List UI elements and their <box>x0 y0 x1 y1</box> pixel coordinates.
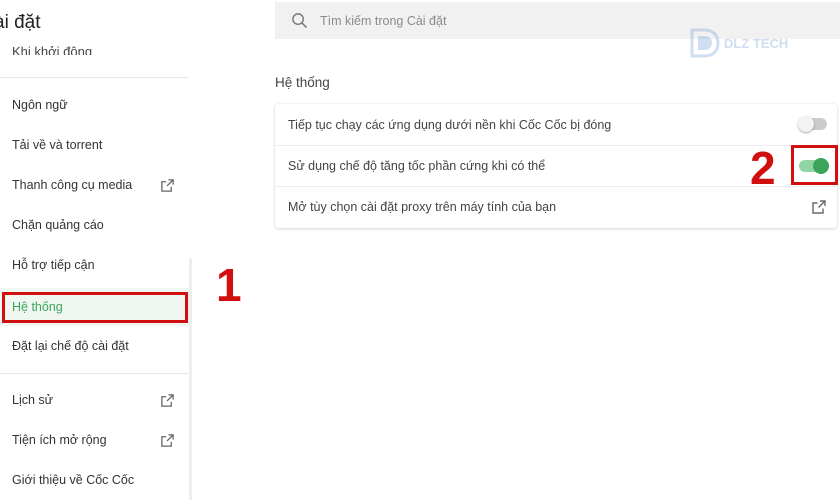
sidebar-item-label: Hỗ trợ tiếp cận <box>12 258 95 272</box>
sidebar-item-reset-settings[interactable]: Đặt lại chế độ cài đặt <box>0 327 189 365</box>
sidebar-item-label: Lịch sử <box>12 393 54 407</box>
sidebar-item-ad-block[interactable]: Chặn quảng cáo <box>0 206 189 244</box>
annotation-step-1: 1 <box>216 259 242 311</box>
setting-label: Sử dụng chế độ tăng tốc phần cứng khi có… <box>288 159 546 173</box>
setting-row-background-apps: Tiếp tục chạy các ứng dụng dưới nền khi … <box>275 104 837 145</box>
sidebar-divider <box>0 373 189 374</box>
sidebar-item-label: Tiện ích mở rộng <box>12 433 107 447</box>
sidebar-item-accessibility[interactable]: Hỗ trợ tiếp cận <box>0 246 189 284</box>
sidebar-scrollbar[interactable] <box>189 258 192 500</box>
sidebar-item-media-toolbar[interactable]: Thanh công cụ media <box>0 166 189 204</box>
page-title: ài đặt <box>0 12 41 33</box>
sidebar-divider <box>0 77 189 78</box>
sidebar-item-on-startup[interactable]: Khi khởi động <box>12 41 92 55</box>
background-apps-toggle[interactable] <box>798 116 827 132</box>
external-link-icon <box>161 394 174 407</box>
sidebar-item-languages[interactable]: Ngôn ngữ <box>0 86 189 124</box>
toggle-knob <box>813 158 829 174</box>
sidebar-item-system[interactable]: Hệ thống <box>0 288 189 326</box>
search-icon <box>292 13 307 28</box>
annotation-step-2: 2 <box>750 142 776 194</box>
external-link-icon <box>161 179 174 192</box>
sidebar-item-label: Tải về và torrent <box>12 138 103 152</box>
external-link-icon <box>161 434 174 447</box>
sidebar-item-downloads[interactable]: Tải về và torrent <box>0 126 189 164</box>
svg-text:DLZ TECH: DLZ TECH <box>724 36 788 51</box>
sidebar-item-about[interactable]: Giới thiệu về Cốc Cốc <box>0 461 189 499</box>
sidebar-item-label: Giới thiệu về Cốc Cốc <box>12 473 135 487</box>
sidebar-item-label: Ngôn ngữ <box>12 98 68 112</box>
toggle-knob <box>798 116 814 132</box>
hardware-acceleration-toggle[interactable] <box>799 158 829 174</box>
setting-label: Tiếp tục chạy các ứng dụng dưới nền khi … <box>288 117 612 132</box>
sidebar-item-label: Đặt lại chế độ cài đặt <box>12 339 129 353</box>
settings-sidebar: ài đặt Khi khởi động Ngôn ngữ Tải về và … <box>0 0 192 500</box>
watermark-logo: DLZ TECH <box>690 28 788 58</box>
search-input[interactable] <box>318 12 722 29</box>
sidebar-item-label: Thanh công cụ media <box>12 178 133 192</box>
section-title: Hệ thống <box>275 75 330 90</box>
sidebar-item-label: Chặn quảng cáo <box>12 218 104 232</box>
setting-label: Mở tùy chọn cài đặt proxy trên máy tính … <box>288 200 557 214</box>
external-link-icon[interactable] <box>811 199 827 215</box>
sidebar-item-history[interactable]: Lịch sử <box>0 381 189 419</box>
sidebar-item-label: Hệ thống <box>12 300 63 314</box>
sidebar-item-extensions[interactable]: Tiện ích mở rộng <box>0 421 189 459</box>
